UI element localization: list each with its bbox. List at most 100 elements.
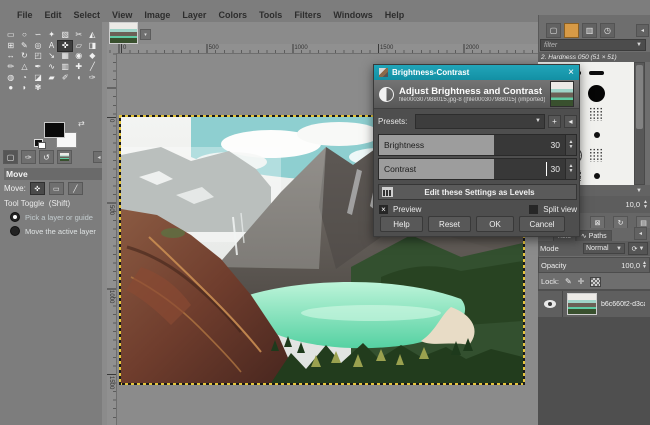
tool-icon[interactable]: ∿	[45, 62, 59, 73]
tool-icon[interactable]: A	[45, 41, 59, 52]
document-history-tab-icon[interactable]: ◷	[600, 23, 615, 38]
patterns-tab-icon[interactable]	[564, 23, 579, 38]
tool-icon[interactable]: ↔	[4, 51, 18, 62]
menu-item[interactable]: Image	[143, 8, 171, 22]
scrollbar-thumb[interactable]	[636, 65, 643, 129]
tool-icon[interactable]: ◨	[86, 41, 100, 52]
dialog-button[interactable]: Cancel	[519, 216, 565, 232]
tool-icon[interactable]: ∽	[31, 30, 45, 41]
tool-icon[interactable]: ✾	[31, 83, 45, 94]
brush-thumbnail[interactable]	[608, 166, 631, 186]
split-view-checkbox[interactable]	[528, 204, 540, 215]
menu-item[interactable]: Filters	[293, 8, 322, 22]
contrast-spinner[interactable]: ▲ ▼	[565, 159, 576, 179]
brush-scrollbar[interactable]	[634, 62, 645, 185]
tool-icon[interactable]: ╱	[86, 62, 100, 73]
move-selection-button[interactable]: ▭	[48, 182, 64, 195]
menu-item[interactable]: Colors	[217, 8, 248, 22]
menu-item[interactable]: Tools	[258, 8, 283, 22]
brightness-slider-body[interactable]: Brightness 30	[379, 135, 565, 155]
tool-icon[interactable]: ✎	[18, 41, 32, 52]
tool-icon[interactable]: ◗	[18, 83, 32, 94]
spin-down-icon[interactable]: ▼	[642, 265, 647, 270]
brush-thumbnail[interactable]	[585, 125, 608, 146]
dialog-button[interactable]: Reset	[428, 216, 471, 232]
lock-alpha-icon[interactable]	[590, 276, 602, 287]
images-tab-icon[interactable]	[57, 150, 72, 164]
preview-checkbox[interactable]: ×	[378, 204, 389, 215]
spinner-icons[interactable]: ▲ ▼	[643, 200, 648, 209]
brush-thumbnail[interactable]	[608, 63, 631, 84]
tool-icon[interactable]: ○	[18, 30, 32, 41]
tool-icon[interactable]: ✚	[72, 62, 86, 73]
tool-icon[interactable]: ▱	[72, 41, 86, 52]
reset-colors-icon[interactable]	[34, 139, 46, 149]
dialog-button[interactable]: OK	[476, 216, 514, 232]
visibility-cell[interactable]	[538, 291, 563, 317]
device-status-tab-icon[interactable]: ✑	[21, 150, 36, 164]
contrast-value[interactable]: 30	[551, 164, 560, 174]
tool-icon[interactable]: ⊞	[4, 41, 18, 52]
tool-icon[interactable]: ✐	[58, 72, 72, 83]
gradients-tab-icon[interactable]: ▥	[582, 23, 597, 38]
brushes-tab-icon[interactable]: ▢	[546, 23, 561, 38]
layers-menu-button[interactable]: ◂	[634, 227, 647, 240]
tool-icon[interactable]: ◉	[72, 51, 86, 62]
image-tab-dropdown[interactable]: ▾	[140, 29, 151, 40]
tool-icon[interactable]: ◰	[31, 51, 45, 62]
brightness-value[interactable]: 30	[551, 140, 560, 150]
spacing-value[interactable]: 10,0	[625, 200, 640, 209]
menu-item[interactable]: Windows	[332, 8, 373, 22]
dialog-button[interactable]: Help	[380, 216, 423, 232]
tool-icon[interactable]: ✑	[86, 72, 100, 83]
tool-icon[interactable]: ◖	[72, 72, 86, 83]
menu-item[interactable]: Select	[73, 8, 102, 22]
spin-down-icon[interactable]: ▼	[643, 204, 648, 210]
tool-icon[interactable]: ↘	[45, 51, 59, 62]
mode-select[interactable]: Normal ▼	[583, 243, 625, 254]
brush-thumbnail[interactable]	[608, 84, 631, 105]
swap-colors-icon[interactable]: ⇄	[78, 119, 85, 128]
tab-paths[interactable]: ∿ Paths	[575, 230, 612, 241]
radio-option[interactable]: Move the active layer	[10, 226, 96, 236]
lock-position-icon[interactable]: ✛	[578, 277, 585, 286]
spinner-icons[interactable]: ▲ ▼	[642, 260, 647, 270]
brush-thumbnail[interactable]	[585, 104, 608, 125]
move-layer-button[interactable]: ✜	[29, 182, 45, 195]
brush-thumbnail[interactable]	[608, 125, 631, 146]
foreground-color-swatch[interactable]	[44, 122, 65, 138]
brush-filter-input[interactable]: filter ▼	[540, 39, 646, 51]
menu-item[interactable]: View	[111, 8, 133, 22]
tool-icon[interactable]: △	[18, 62, 32, 73]
spin-down-icon[interactable]: ▼	[569, 169, 574, 174]
edit-as-levels-button[interactable]: Edit these Settings as Levels	[378, 184, 577, 200]
image-tab-thumbnail[interactable]	[109, 22, 138, 44]
menu-item[interactable]: Layer	[181, 8, 207, 22]
add-preset-button[interactable]: +	[548, 114, 561, 128]
tool-icon[interactable]: ◆	[86, 51, 100, 62]
brightness-slider[interactable]: Brightness 30 ▲ ▼	[378, 134, 577, 156]
brush-thumbnail[interactable]	[585, 84, 608, 105]
brush-thumbnail[interactable]	[585, 145, 608, 166]
tool-icon[interactable]: ◪	[31, 72, 45, 83]
undo-history-tab-icon[interactable]: ↺	[39, 150, 54, 164]
tool-icon[interactable]: ▦	[58, 51, 72, 62]
menu-item[interactable]: Edit	[44, 8, 63, 22]
tool-icon[interactable]: ▥	[58, 62, 72, 73]
brush-thumbnail[interactable]	[585, 166, 608, 186]
lock-pixels-icon[interactable]: ✎	[565, 277, 572, 286]
tool-icon[interactable]: ◔	[18, 72, 32, 83]
brushes-menu-button[interactable]: ◂	[636, 24, 649, 37]
tool-icon[interactable]: ●	[4, 83, 18, 94]
tool-icon[interactable]: ✒	[31, 62, 45, 73]
tool-icon[interactable]: ↻	[18, 51, 32, 62]
contrast-slider-body[interactable]: Contrast 30	[379, 159, 565, 179]
tool-icon[interactable]: ▧	[58, 30, 72, 41]
tool-icon[interactable]: ✦	[45, 30, 59, 41]
radio-option[interactable]: Pick a layer or guide	[10, 212, 96, 222]
mode-switch-button[interactable]: ⟳ ▼	[628, 242, 648, 255]
layer-row[interactable]: b6c660f2-d3ca	[538, 291, 650, 317]
tool-icon[interactable]: ▰	[45, 72, 59, 83]
spin-down-icon[interactable]: ▼	[569, 145, 574, 150]
move-path-button[interactable]: ╱	[67, 182, 83, 195]
